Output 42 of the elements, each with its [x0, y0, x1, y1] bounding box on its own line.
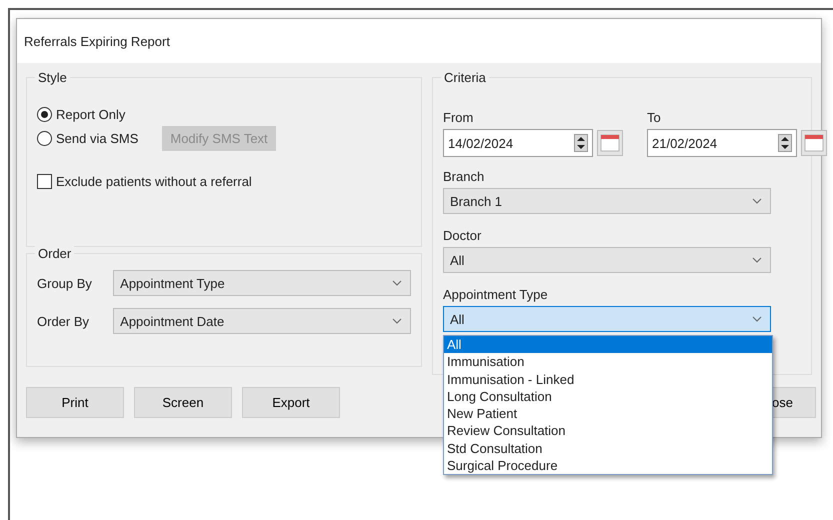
dropdown-option[interactable]: Immunisation - Linked [444, 370, 772, 388]
calendar-icon[interactable] [597, 130, 623, 156]
dropdown-field[interactable]: All [443, 306, 771, 332]
dropdown-option[interactable]: Immunisation [444, 353, 772, 371]
field-label: Appointment Type [443, 287, 549, 302]
dropdown-field[interactable]: Appointment Type [113, 270, 411, 296]
spinner-icon[interactable] [778, 134, 792, 152]
field-label: Group By [37, 276, 93, 290]
spinner-icon[interactable] [574, 134, 588, 152]
chevron-down-icon [392, 318, 402, 324]
dropdown-option[interactable]: Std Consultation [444, 440, 772, 458]
dialog-button[interactable]: Screen [134, 387, 232, 418]
date-field[interactable]: 14/02/2024 [443, 129, 593, 157]
dialog-button[interactable]: Print [26, 387, 124, 418]
date-field[interactable]: 21/02/2024 [647, 129, 797, 157]
dropdown-option[interactable]: All [444, 336, 772, 354]
window-title: Referrals Expiring Report [24, 34, 170, 48]
dropdown-option[interactable]: Review Consultation [444, 422, 772, 440]
radio-button[interactable] [37, 130, 52, 146]
field-label: From [443, 110, 474, 125]
dropdown-option[interactable]: Surgical Procedure [444, 457, 772, 474]
radio-button[interactable] [37, 106, 52, 122]
chevron-down-icon [392, 280, 402, 286]
chevron-down-icon [752, 257, 762, 263]
group-title: Style [35, 70, 70, 85]
group-title: Criteria [441, 70, 489, 85]
dropdown-field[interactable]: Appointment Date [113, 308, 411, 334]
field-label: Branch [443, 169, 486, 184]
chevron-down-icon [752, 198, 762, 204]
checkbox-label[interactable]: Exclude patients without a referral [56, 174, 252, 189]
radio-label[interactable]: Send via SMS [56, 130, 138, 146]
dialog-button[interactable]: Export [242, 387, 340, 418]
radio-label[interactable]: Report Only [56, 106, 126, 122]
field-label: Doctor [443, 228, 482, 243]
calendar-icon[interactable] [801, 130, 827, 156]
field-label: Order By [37, 314, 90, 328]
group-title: Order [35, 246, 74, 261]
field-label: To [647, 110, 662, 125]
checkbox[interactable] [37, 174, 52, 189]
dropdown-field[interactable]: All [443, 247, 771, 273]
dropdown-field[interactable]: Branch 1 [443, 188, 771, 214]
chevron-down-icon [752, 316, 762, 322]
